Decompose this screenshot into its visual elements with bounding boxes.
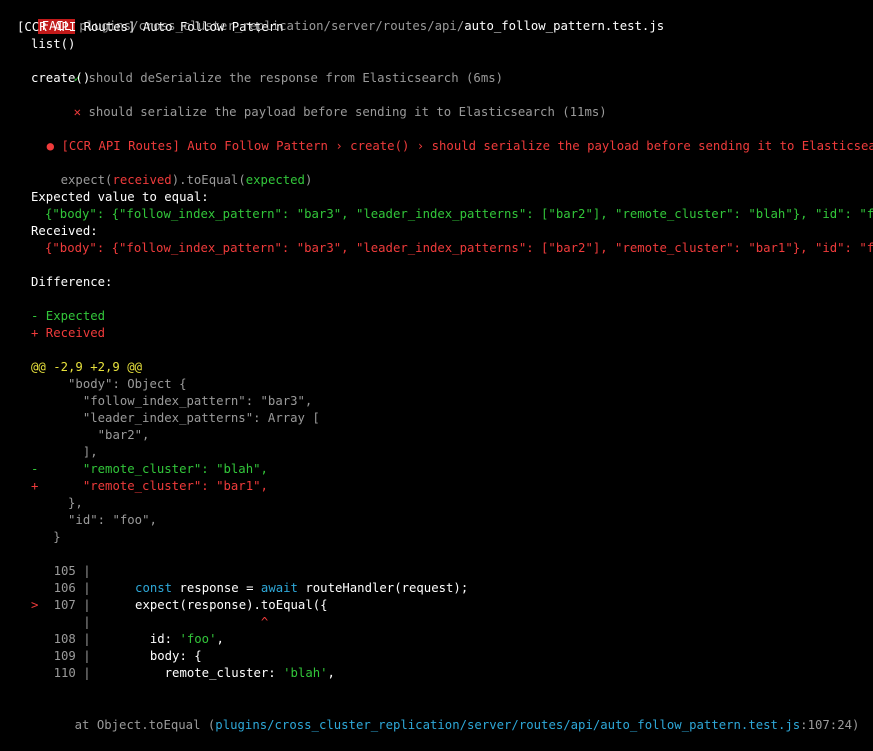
- diff-indent: [38, 479, 82, 493]
- matcher-prefix: expect(: [60, 173, 113, 187]
- diff-line: },: [31, 495, 83, 512]
- diff-text: "follow_index_pattern": [82, 394, 246, 408]
- diff-line: ],: [31, 444, 98, 461]
- gutter-bar: |: [75, 564, 91, 578]
- matcher-mid: ).toEqual(: [171, 173, 246, 187]
- line-number: 106: [53, 581, 76, 595]
- failed-test: ✕ should serialize the payload before se…: [44, 87, 607, 119]
- diff-indent: [38, 445, 82, 459]
- diff-line: "bar2",: [31, 427, 150, 444]
- expected-value: {"body": {"follow_index_pattern": "bar3"…: [45, 207, 873, 221]
- gutter-bar: |: [75, 649, 91, 663]
- diff-text-rest: : Object {: [112, 377, 187, 391]
- code-line: 105 |: [31, 563, 91, 580]
- line-marker: [31, 632, 38, 646]
- diff-line: - "remote_cluster": "blah",: [31, 461, 268, 478]
- passed-test: ✓ should deSerialize the response from E…: [44, 53, 503, 85]
- gutter-bar: |: [75, 615, 91, 629]
- stack-prefix: at Object.toEqual (: [74, 718, 216, 732]
- diff-text: "id": "foo",: [68, 513, 157, 527]
- diff-indent: [38, 530, 53, 544]
- diff-indent: [38, 496, 68, 510]
- caret-pointer: ^: [90, 615, 269, 629]
- line-marker: [31, 666, 38, 680]
- diff-text: "leader_index_patterns": [82, 411, 254, 425]
- diff-indent: [38, 513, 68, 527]
- received-label: Received:: [31, 224, 98, 238]
- source-code: id: 'foo',: [90, 632, 224, 646]
- code-line: 109 | body: {: [31, 648, 202, 665]
- source-code: expect(response).toEqual({: [90, 598, 328, 612]
- gutter-bar: |: [75, 598, 91, 612]
- line-number: 110: [53, 666, 76, 680]
- diff-text: "remote_cluster": "bar1",: [82, 479, 268, 493]
- stack-position: :107:24: [800, 718, 852, 732]
- diff-text: },: [68, 496, 83, 510]
- source-code: remote_cluster: 'blah',: [90, 666, 335, 680]
- describe-create: create(): [31, 71, 91, 85]
- diff-line: }: [31, 529, 61, 546]
- diff-line: "body": Object {: [31, 376, 187, 393]
- suite-title: [CCR API Routes] Auto Follow Pattern: [17, 20, 284, 34]
- diff-text: "body": [68, 377, 113, 391]
- describe-list: list(): [31, 37, 76, 51]
- matcher-expected: expected: [245, 173, 305, 187]
- diff-indent: [38, 462, 82, 476]
- diff-line: "leader_index_patterns": Array [: [31, 410, 320, 427]
- diff-text-rest: : Array [: [253, 411, 320, 425]
- difference-label: Difference:: [31, 275, 113, 289]
- line-number: 108: [53, 632, 76, 646]
- line-number: 107: [53, 598, 76, 612]
- diff-indent: [38, 377, 68, 391]
- diff-text: }: [53, 530, 61, 544]
- line-marker: [31, 615, 38, 629]
- received-value: {"body": {"follow_index_pattern": "bar3"…: [45, 241, 873, 255]
- line-marker: [31, 649, 38, 663]
- line-marker: [31, 564, 38, 578]
- test-file-header: FAIL plugins/cross_cluster_replication/se…: [8, 1, 664, 34]
- source-code: body: {: [90, 649, 202, 663]
- diff-line: "id": "foo",: [31, 512, 157, 529]
- cross-icon: ✕: [73, 105, 82, 119]
- bullet-icon: ●: [46, 139, 55, 153]
- diff-text: ],: [82, 445, 98, 459]
- gutter-bar: |: [75, 581, 91, 595]
- matcher-received: received: [112, 173, 172, 187]
- diff-text: "remote_cluster": "blah",: [82, 462, 268, 476]
- code-line: 108 | id: 'foo',: [31, 631, 224, 648]
- legend-received: + Received: [31, 326, 106, 340]
- gutter-bar: |: [75, 666, 91, 680]
- diff-indent: [38, 394, 82, 408]
- stack-suffix: ): [852, 718, 860, 732]
- passed-test-name: should deSerialize the response from Ela…: [88, 71, 504, 85]
- code-line: 106 | const response = await routeHandle…: [31, 580, 469, 597]
- failure-title-row: ● [CCR API Routes] Auto Follow Pattern ›…: [17, 121, 873, 153]
- diff-indent: [38, 428, 97, 442]
- code-line: 110 | remote_cluster: 'blah',: [31, 665, 335, 682]
- code-line: > 107 | expect(response).toEqual({: [31, 597, 328, 614]
- diff-line: + "remote_cluster": "bar1",: [31, 478, 268, 495]
- expected-label: Expected value to equal:: [31, 190, 209, 204]
- stack-path[interactable]: plugins/cross_cluster_replication/server…: [215, 718, 800, 732]
- diff-line: "follow_index_pattern": "bar3",: [31, 393, 313, 410]
- failure-title: [CCR API Routes] Auto Follow Pattern › c…: [61, 139, 873, 153]
- code-line: | ^: [31, 614, 268, 631]
- gutter-bar: |: [75, 632, 91, 646]
- line-number: 109: [53, 649, 76, 663]
- terminal-window: FAIL plugins/cross_cluster_replication/se…: [0, 0, 873, 732]
- matcher-hint: expect(received).toEqual(expected): [31, 155, 313, 187]
- source-code: const response = await routeHandler(requ…: [135, 581, 469, 595]
- current-line-marker: >: [31, 598, 39, 612]
- line-number: 105: [53, 564, 76, 578]
- diff-hunk-header: @@ -2,9 +2,9 @@: [31, 360, 143, 374]
- failed-test-name: should serialize the payload before send…: [88, 105, 607, 119]
- diff-text-rest: : "bar3",: [245, 394, 313, 408]
- stack-trace: at Object.toEqual (plugins/cross_cluster…: [45, 700, 860, 732]
- diff-indent: [38, 411, 82, 425]
- line-marker: [31, 581, 38, 595]
- diff-text: "bar2",: [97, 428, 150, 442]
- matcher-suffix: ): [304, 173, 313, 187]
- legend-expected: - Expected: [31, 309, 106, 323]
- test-file-name: auto_follow_pattern.test.js: [464, 19, 665, 33]
